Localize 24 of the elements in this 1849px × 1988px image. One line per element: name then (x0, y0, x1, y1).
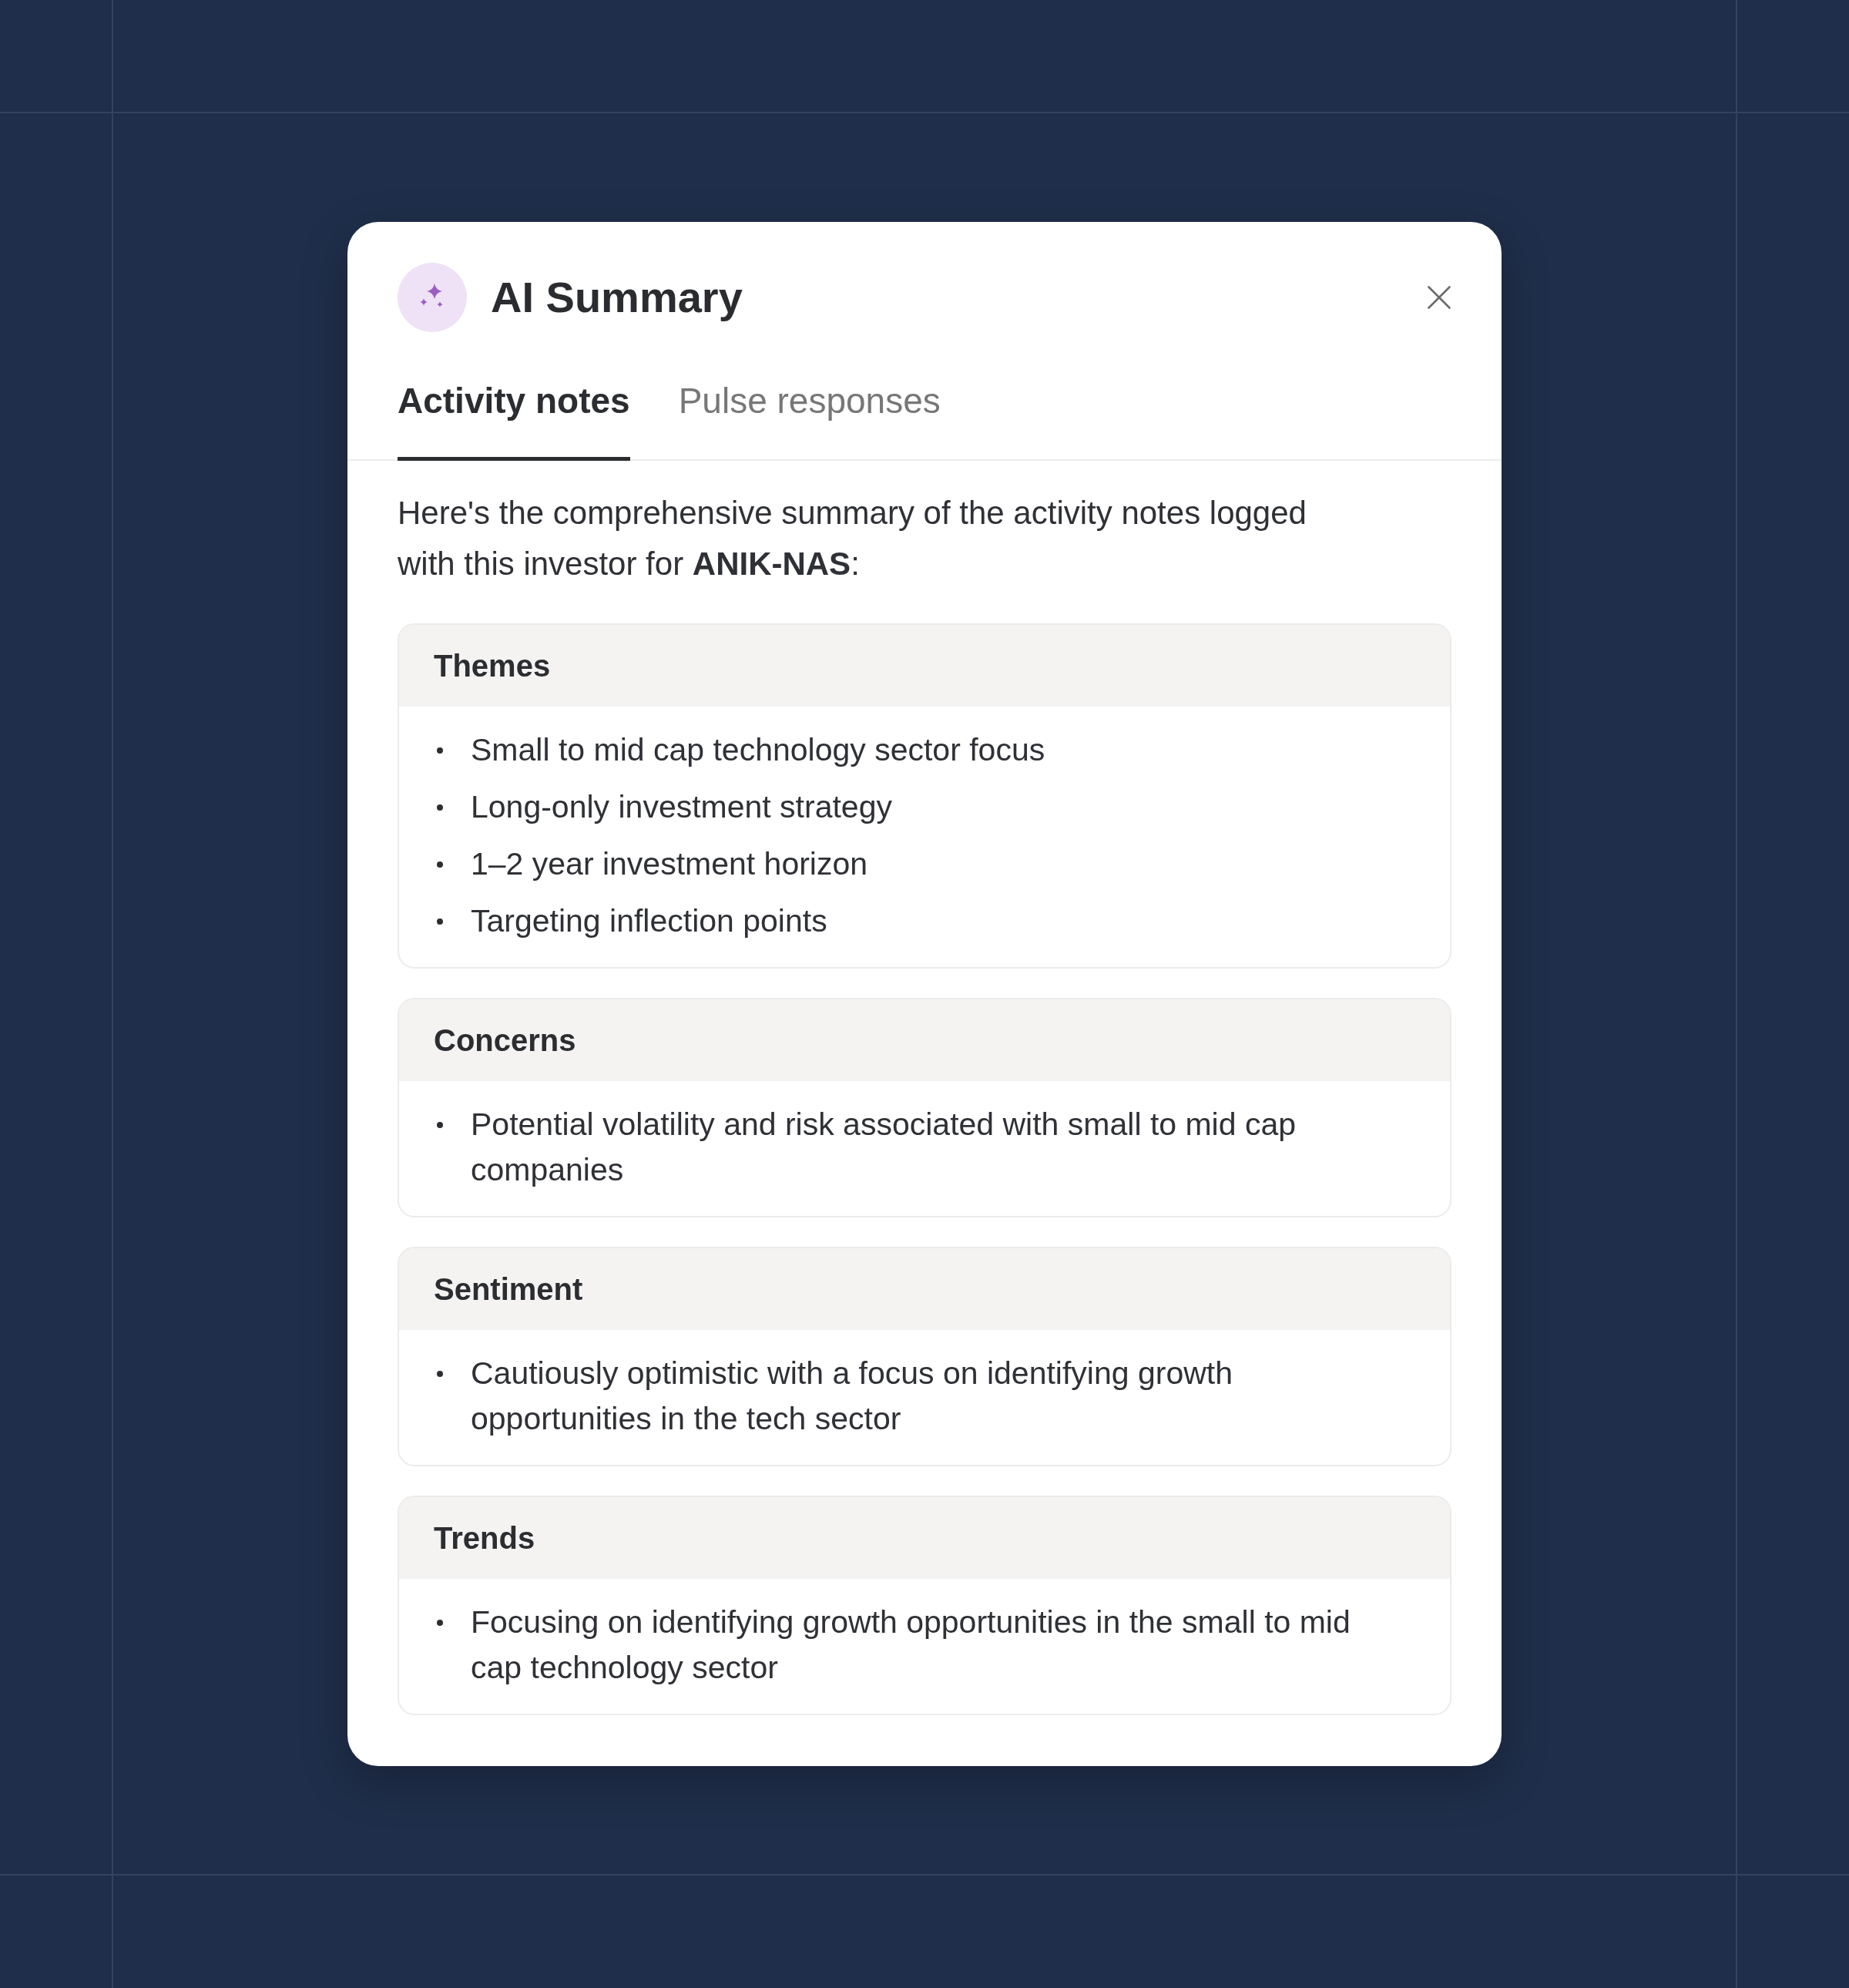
close-icon (1428, 286, 1451, 309)
bullet-icon (437, 747, 443, 754)
bullet-icon (437, 1370, 443, 1377)
summary-point: Cautiously optimistic with a focus on identifying growth opportunities in the tech sector (471, 1355, 1234, 1438)
section-title: Themes (434, 648, 551, 684)
bullet-icon (437, 804, 443, 811)
summary-point: Potential volatility and risk associated with small to mid cap companies (471, 1106, 1297, 1189)
dialog-title: AI Summary (491, 272, 743, 323)
section-title: Concerns (434, 1023, 576, 1059)
section-title: Sentiment (434, 1271, 583, 1308)
summary-point: 1–2 year investment horizon (471, 845, 868, 883)
summary-point: Long-only investment strategy (471, 788, 892, 826)
bullet-icon (437, 1619, 443, 1626)
section-title: Trends (434, 1520, 535, 1556)
bullet-icon (437, 861, 443, 868)
tab[interactable]: Pulse responses (678, 378, 941, 461)
summary-point: Focusing on identifying growth opportunities in the small to mid cap technology sector (471, 1603, 1351, 1687)
bullet-icon (437, 918, 443, 925)
summary-point: Targeting inflection points (471, 902, 827, 940)
tab[interactable]: Activity notes (398, 378, 630, 461)
intro-text: Here's the comprehensive summary of the activity notes logged with this investor for ANIK-NAS: (398, 494, 1307, 583)
summary-point: Small to mid cap technology sector focus (471, 731, 1045, 769)
sparkle-icon (398, 263, 467, 332)
bullet-icon (437, 1121, 443, 1128)
